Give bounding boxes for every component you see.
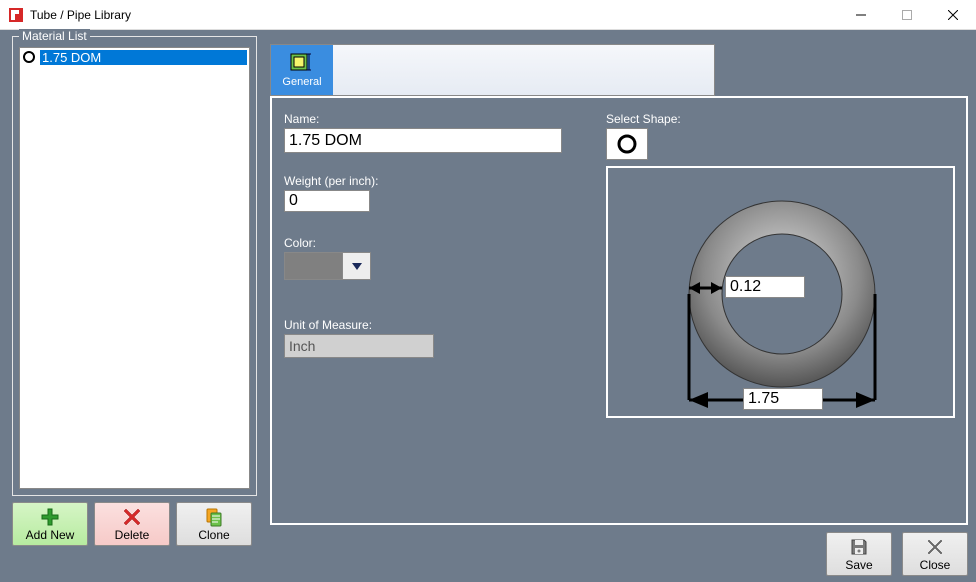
material-listbox[interactable]: 1.75 DOM (19, 47, 250, 489)
save-button[interactable]: Save (826, 532, 892, 576)
clone-icon (204, 507, 224, 527)
maximize-button (884, 0, 930, 30)
window-close-button[interactable] (930, 0, 976, 30)
general-tab-icon (289, 52, 315, 74)
clone-button[interactable]: Clone (176, 502, 252, 546)
x-icon (122, 507, 142, 527)
shape-preview (606, 166, 955, 418)
save-icon (849, 537, 869, 557)
round-shape-icon (616, 133, 638, 155)
outer-diameter-input[interactable] (743, 388, 823, 410)
material-list-item-label: 1.75 DOM (40, 50, 247, 65)
chevron-down-icon (350, 259, 364, 273)
close-button[interactable]: Close (902, 532, 968, 576)
delete-button[interactable]: Delete (94, 502, 170, 546)
tabstrip: General (270, 44, 715, 96)
round-shape-icon (22, 50, 36, 64)
wall-thickness-input[interactable] (725, 276, 805, 298)
client-area: Material List 1.75 DOM Add New Delete (0, 30, 976, 582)
add-new-button[interactable]: Add New (12, 502, 88, 546)
minimize-button[interactable] (838, 0, 884, 30)
unit-label: Unit of Measure: (284, 318, 372, 332)
weight-label: Weight (per inch): (284, 174, 378, 188)
close-label: Close (920, 558, 951, 572)
color-swatch (285, 253, 342, 279)
tab-general[interactable]: General (271, 45, 333, 95)
color-label: Color: (284, 236, 316, 250)
shape-label: Select Shape: (606, 112, 681, 126)
color-dropdown-button[interactable] (342, 253, 370, 279)
close-icon (925, 537, 945, 557)
delete-label: Delete (115, 528, 150, 542)
color-picker[interactable] (284, 252, 371, 280)
app-icon (8, 7, 24, 23)
save-label: Save (845, 558, 872, 572)
unit-value: Inch (289, 338, 315, 354)
window-title: Tube / Pipe Library (30, 8, 131, 22)
unit-select: Inch (284, 334, 434, 358)
material-list-group: Material List 1.75 DOM (12, 36, 257, 496)
material-list-item[interactable]: 1.75 DOM (20, 48, 249, 66)
list-toolbar: Add New Delete Clone (12, 502, 252, 546)
footer-toolbar: Save Close (826, 532, 968, 576)
name-label: Name: (284, 112, 319, 126)
clone-label: Clone (198, 528, 229, 542)
plus-icon (40, 507, 60, 527)
content-panel: Name: Weight (per inch): Color: Unit of … (270, 96, 968, 525)
name-input[interactable] (284, 128, 562, 153)
tab-general-label: General (282, 76, 321, 88)
titlebar: Tube / Pipe Library (0, 0, 976, 30)
material-list-legend: Material List (19, 29, 90, 43)
add-new-label: Add New (26, 528, 75, 542)
weight-input[interactable] (284, 190, 370, 212)
shape-select[interactable] (606, 128, 648, 160)
